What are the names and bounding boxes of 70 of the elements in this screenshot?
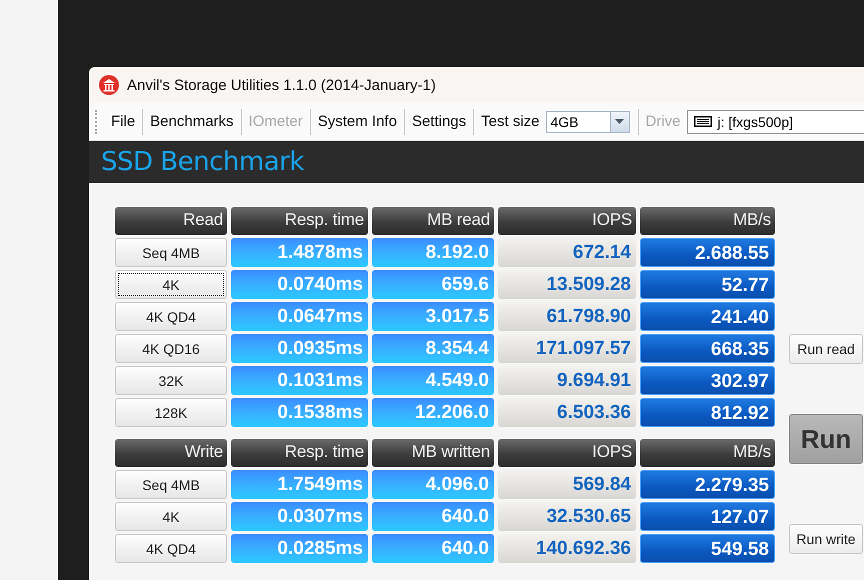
field-label: Drive	[644, 113, 682, 130]
table-cell: 12.206.0	[372, 398, 494, 427]
table-cell: 812.92	[640, 398, 775, 427]
table-cell: 0.1538ms	[231, 398, 368, 427]
section-title: SSD Benchmark	[101, 147, 304, 177]
menu-item[interactable]: System Info	[312, 108, 403, 134]
table-cell: 32.530.65	[498, 502, 636, 531]
table-cell: 13.509.28	[498, 270, 636, 299]
table-cell: 549.58	[640, 534, 775, 563]
table-cell: 140.692.36	[498, 534, 636, 563]
column-header: IOPS	[498, 439, 636, 467]
table-cell: 0.0935ms	[231, 334, 368, 363]
column-header: MB written	[372, 439, 494, 467]
column-header: Read	[115, 207, 227, 235]
run-button[interactable]: Run	[789, 414, 863, 464]
run-button[interactable]: Run read	[789, 334, 863, 364]
column-header: MB read	[372, 207, 494, 235]
table-cell: 668.35	[640, 334, 775, 363]
table-cell: 569.84	[498, 470, 636, 499]
test-button[interactable]: 4K QD16	[115, 334, 227, 363]
column-header: MB/s	[640, 439, 775, 467]
test-button[interactable]: Seq 4MB	[115, 238, 227, 267]
menu-item[interactable]: File	[105, 108, 142, 134]
table-cell: 8.192.0	[372, 238, 494, 267]
test-size-dropdown[interactable]: 4GB	[546, 110, 630, 132]
table-cell: 1.4878ms	[231, 238, 368, 267]
drive-icon	[694, 116, 712, 127]
caret-icon	[615, 119, 624, 124]
table-cell: 672.14	[498, 238, 636, 267]
table-cell: 9.694.91	[498, 366, 636, 395]
test-button[interactable]: 4K	[115, 502, 227, 531]
table-cell: 302.97	[640, 366, 775, 395]
column-header: Resp. time	[231, 439, 368, 467]
menu-item[interactable]: Settings	[406, 108, 472, 134]
run-button[interactable]: Run write	[789, 524, 863, 554]
table-cell: 0.0740ms	[231, 270, 368, 299]
table-cell: 61.798.90	[498, 302, 636, 331]
table-cell: 4.096.0	[372, 470, 494, 499]
table-cell: 241.40	[640, 302, 775, 331]
table-cell: 171.097.57	[498, 334, 636, 363]
test-button[interactable]: 4K QD4	[115, 534, 227, 563]
menu-item[interactable]: Benchmarks	[144, 108, 240, 134]
table-cell: 8.354.4	[372, 334, 494, 363]
table-cell: 2.279.35	[640, 470, 775, 499]
table-cell: 0.0647ms	[231, 302, 368, 331]
table-cell: 659.6	[372, 270, 494, 299]
test-button[interactable]: 128K	[115, 398, 227, 427]
test-button[interactable]: 4K QD4	[115, 302, 227, 331]
column-header: Resp. time	[231, 207, 368, 235]
test-button[interactable]: Seq 4MB	[115, 470, 227, 499]
table-cell: 0.0285ms	[231, 534, 368, 563]
test-button[interactable]: 32K	[115, 366, 227, 395]
table-cell: 52.77	[640, 270, 775, 299]
column-header: MB/s	[640, 207, 775, 235]
field-label: Test size	[480, 113, 540, 130]
table-cell: 0.0307ms	[231, 502, 368, 531]
table-cell: 127.07	[640, 502, 775, 531]
table-cell: 2.688.55	[640, 238, 775, 267]
window-title: Anvil's Storage Utilities 1.1.0 (2014-January-1)	[127, 76, 436, 94]
table-cell: 4.549.0	[372, 366, 494, 395]
table-cell: 0.1031ms	[231, 366, 368, 395]
column-header: Write	[115, 439, 227, 467]
table-cell: 3.017.5	[372, 302, 494, 331]
table-cell: 6.503.36	[498, 398, 636, 427]
test-button[interactable]: 4K	[115, 270, 227, 299]
table-cell: 640.0	[372, 534, 494, 563]
building-icon	[99, 75, 119, 95]
table-cell: 640.0	[372, 502, 494, 531]
column-header: IOPS	[498, 207, 636, 235]
table-cell: 1.7549ms	[231, 470, 368, 499]
